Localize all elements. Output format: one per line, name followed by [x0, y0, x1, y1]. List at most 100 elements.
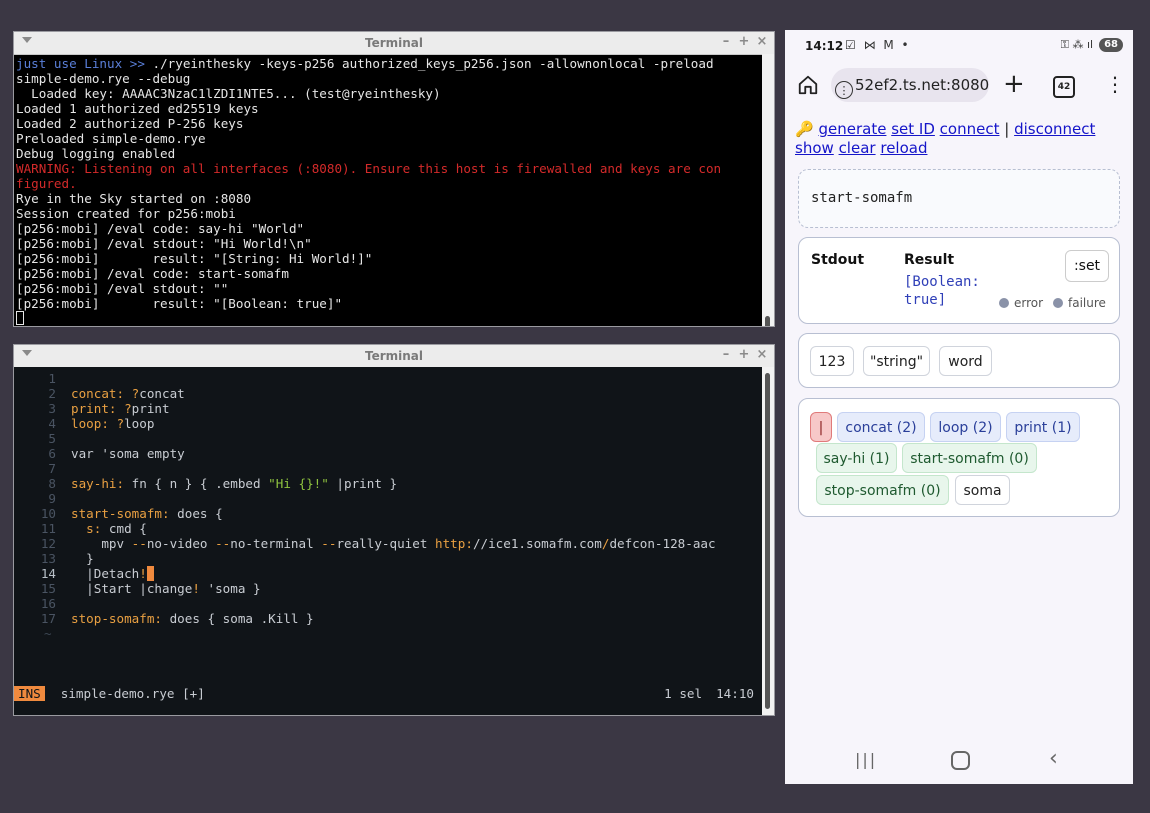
maximize-icon[interactable]: + [738, 347, 750, 362]
code-line[interactable]: 5 [14, 431, 762, 446]
address-bar[interactable]: ⋮ 52ef2.ts.net:8080 [831, 68, 989, 102]
code-line[interactable]: 9 [14, 491, 762, 506]
terminal-titlebar[interactable]: Terminal – + × [14, 32, 774, 55]
site-info-icon[interactable]: ⋮ [835, 81, 853, 99]
window-title: Terminal [364, 36, 424, 50]
code-line[interactable]: 6 var 'soma empty [14, 446, 762, 461]
code-line[interactable]: 14 |Detach! [14, 566, 762, 581]
code-text: print: ?print [71, 401, 762, 416]
code-editor[interactable]: 1 2 concat: ?concat 3 print: ?print 4 loop: ?l… [14, 371, 762, 641]
tab-switcher-icon[interactable]: 42 [1053, 76, 1075, 98]
terminal-text: [p256:mobi] result: "[Boolean: true]" [16, 296, 343, 311]
tilde-marker: ~ [44, 626, 52, 641]
line-number: 9 [48, 491, 56, 506]
code-token: start-somafm: [71, 506, 178, 521]
result-panel: Stdout Result [Boolean: true] :set error… [798, 237, 1120, 324]
code-line[interactable]: 17 stop-somafm: does { soma .Kill } [14, 611, 762, 626]
chip-string[interactable]: "string" [863, 346, 930, 376]
home-icon[interactable] [797, 74, 819, 96]
code-line[interactable]: 13 } [14, 551, 762, 566]
link-disconnect[interactable]: disconnect [1014, 120, 1095, 138]
code-token: no-terminal [230, 536, 322, 551]
terminal-line: [p256:mobi] result: "[Boolean: true]" [16, 296, 762, 311]
line-number: 8 [48, 476, 56, 491]
maximize-icon[interactable]: + [738, 34, 750, 49]
recent-apps-icon[interactable]: ||| [855, 750, 877, 769]
terminal-text: [p256:mobi] result: "[String: Hi World!]… [16, 251, 373, 266]
new-tab-icon[interactable]: + [1003, 70, 1025, 98]
terminal-output[interactable]: just use Linux >> ./ryeinthesky -keys-p2… [14, 54, 762, 326]
terminal-text: simple-demo.rye --debug [16, 71, 191, 86]
chip-start-somafm[interactable]: start-somafm (0) [902, 443, 1037, 473]
terminal-text: Debug logging enabled [16, 146, 176, 161]
code-text: start-somafm: does { [71, 506, 762, 521]
minimize-icon[interactable]: – [720, 34, 732, 49]
link-clear[interactable]: clear [839, 139, 876, 157]
chip-pipe[interactable]: | [810, 412, 832, 442]
link-generate[interactable]: generate [818, 120, 886, 138]
code-token: "Hi {}!" [268, 476, 329, 491]
browser-toolbar: ⋮ 52ef2.ts.net:8080 + 42 ⋮ [785, 62, 1133, 108]
scrollbar[interactable] [762, 367, 774, 715]
failure-legend: failure [1053, 296, 1106, 310]
line-number: 13 [40, 551, 56, 566]
link-connect[interactable]: connect [940, 120, 1000, 138]
code-text: mpv --no-video --no-terminal --really-qu… [71, 536, 762, 551]
code-line[interactable]: 15 |Start |change! 'soma } [14, 581, 762, 596]
terminal-titlebar[interactable]: Terminal – + × [14, 345, 774, 368]
failure-dot-icon [1053, 298, 1063, 308]
link-reload[interactable]: reload [880, 139, 927, 157]
nav-home-icon[interactable] [951, 751, 970, 770]
code-token: ! [192, 581, 200, 596]
chip-soma[interactable]: soma [955, 475, 1010, 505]
terminal-text: Rye in the Sky started on :8080 [16, 191, 252, 206]
set-button[interactable]: :set [1065, 250, 1109, 282]
terminal-window-editor[interactable]: Terminal – + × 1 2 concat: ?concat 3 print: … [13, 344, 775, 716]
chip-say-hi[interactable]: say-hi (1) [816, 443, 897, 473]
code-input[interactable]: start-somafm [798, 169, 1120, 228]
signal-icons: ⚿ ⁂ ıl [1060, 38, 1094, 51]
editor-pane[interactable]: 1 2 concat: ?concat 3 print: ?print 4 loop: ?l… [14, 367, 762, 715]
code-line[interactable]: 16 [14, 596, 762, 611]
code-line[interactable]: 11 s: cmd { [14, 521, 762, 536]
terminal-window-top[interactable]: Terminal – + × just use Linux >> ./ryein… [13, 31, 775, 327]
code-line[interactable]: 7 [14, 461, 762, 476]
code-line[interactable]: 4 loop: ?loop [14, 416, 762, 431]
close-icon[interactable]: × [756, 347, 768, 362]
scrollbar-thumb[interactable] [765, 316, 770, 326]
terminal-line: just use Linux >> ./ryeinthesky -keys-p2… [16, 56, 762, 71]
chip-print[interactable]: print (1) [1006, 412, 1080, 442]
code-token: |print } [328, 476, 398, 491]
editor-statusline: INS simple-demo.rye [+] 1 sel 14:10 [14, 685, 762, 701]
code-input-value: start-somafm [811, 190, 913, 206]
code-line[interactable]: 8 say-hi: fn { n } { .embed "Hi {}!" |pri… [14, 476, 762, 491]
code-line[interactable]: 1 [14, 371, 762, 386]
chip-word[interactable]: word [939, 346, 992, 376]
code-token: } [71, 551, 94, 566]
url-text: 52ef2.ts.net:8080 [855, 76, 989, 94]
minimize-icon[interactable]: – [720, 347, 732, 362]
terminal-line: Session created for p256:mobi [16, 206, 762, 221]
link-show[interactable]: show [795, 139, 834, 157]
code-text: concat: ?concat [71, 386, 762, 401]
terminal-line: [p256:mobi] /eval code: start-somafm [16, 266, 762, 281]
chip-concat[interactable]: concat (2) [837, 412, 925, 442]
terminal-text: Loaded key: AAAAC3NzaC1lZDI1NTE5... (tes… [16, 86, 441, 101]
terminal-line: [p256:mobi] result: "[String: Hi World!]… [16, 251, 762, 266]
chip-number[interactable]: 123 [810, 346, 854, 376]
code-line[interactable]: 2 concat: ?concat [14, 386, 762, 401]
chip-loop[interactable]: loop (2) [930, 412, 1001, 442]
code-line[interactable]: 3 print: ?print [14, 401, 762, 416]
close-icon[interactable]: × [756, 34, 768, 49]
code-text: var 'soma empty [71, 446, 762, 461]
chip-stop-somafm[interactable]: stop-somafm (0) [816, 475, 949, 505]
code-line[interactable]: 12 mpv --no-video --no-terminal --really… [14, 536, 762, 551]
scrollbar[interactable] [762, 54, 774, 326]
back-icon[interactable]: ‹ [1049, 746, 1058, 771]
more-menu-icon[interactable]: ⋮ [1105, 74, 1125, 94]
notification-icons: ☑ ⋈ M • [845, 38, 911, 52]
link-set-id[interactable]: set ID [891, 120, 935, 138]
scrollbar-thumb[interactable] [765, 373, 770, 709]
code-line[interactable]: 10 start-somafm: does { [14, 506, 762, 521]
